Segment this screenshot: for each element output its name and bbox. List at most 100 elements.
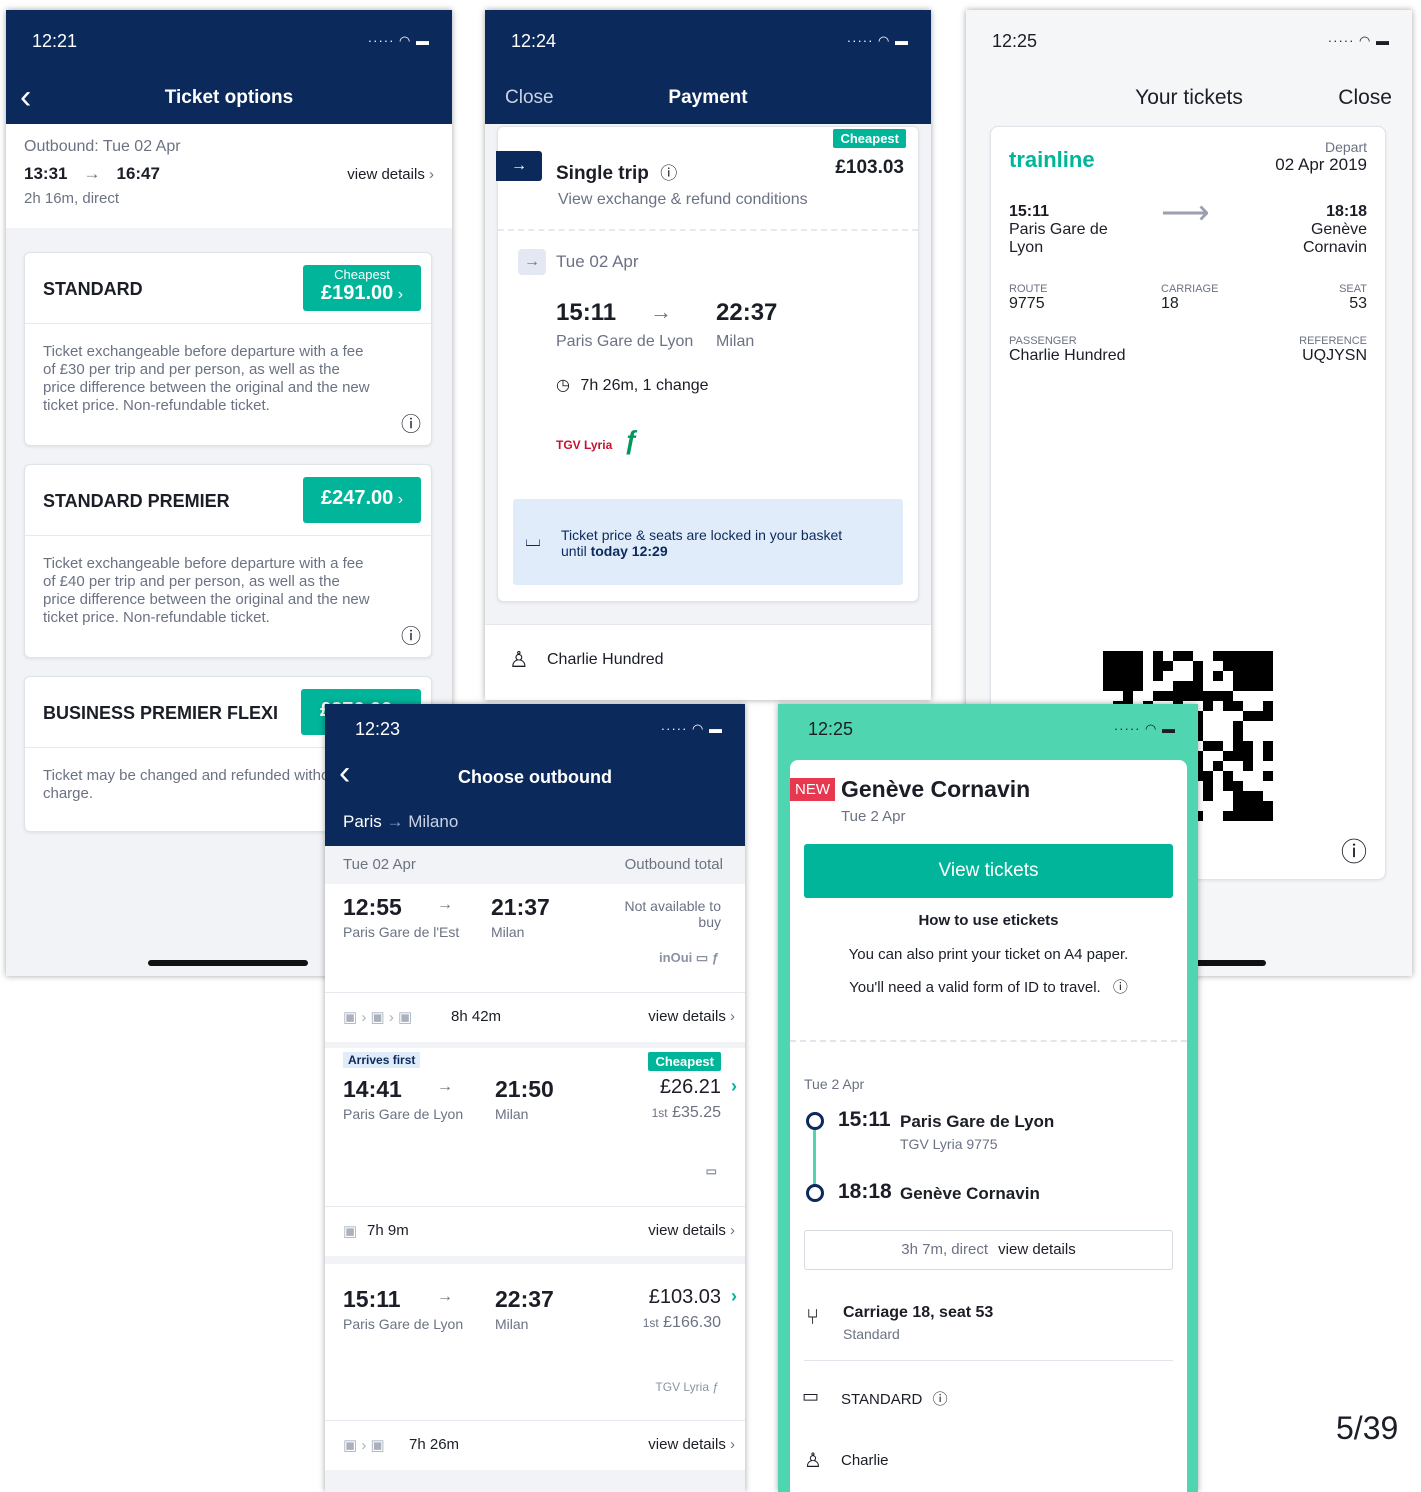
info-icon[interactable]: ⓘ: [660, 164, 677, 183]
screen-choose-outbound: 12:23 ····· ◠ ▬ ‹ Choose outbound Paris → …: [325, 704, 745, 1492]
first-class-price: £166.30: [663, 1314, 721, 1331]
tgv-lyria-logo: TGV Lyria: [556, 438, 613, 452]
arr-station: Milan: [716, 333, 755, 350]
passenger-name: Charlie: [841, 1452, 889, 1469]
route-number: 9775: [1009, 295, 1045, 312]
journey-footer: ▣ 7h 9m view details ›: [325, 1206, 745, 1256]
arrow-icon: →: [437, 896, 453, 913]
trip-type: Single trip: [556, 163, 649, 184]
chevron-right-icon: ›: [397, 286, 404, 303]
date-label: Tue 02 Apr: [343, 856, 416, 873]
etickets-heading: How to use etickets: [918, 912, 1059, 929]
screen-payment: 12:24 ····· ◠ ▬ Close Payment Cheapest → S…: [485, 10, 931, 700]
page-title: Choose outbound: [458, 766, 612, 787]
train-icon: ▣: [343, 1223, 358, 1240]
option-description: Ticket exchangeable before departure wit…: [43, 343, 370, 414]
basket-lock-notice: ⌴ Ticket price & seats are locked in you…: [513, 499, 903, 585]
new-badge: NEW: [790, 778, 835, 801]
journey-row[interactable]: 15:11 → 22:37 Paris Gare de Lyon Milan £…: [325, 1264, 745, 1420]
origin-dot-icon: [806, 1112, 824, 1130]
arrow-icon: →: [650, 299, 672, 324]
clock-icon: ◷: [556, 377, 570, 394]
trip-date: Tue 02 Apr: [556, 252, 639, 271]
option-name: STANDARD: [43, 279, 143, 299]
view-details-link[interactable]: view details ›: [347, 166, 434, 183]
info-icon[interactable]: ⓘ: [933, 1391, 948, 1408]
option-price-button[interactable]: £247.00 ›: [303, 477, 421, 523]
status-time: 12:25: [808, 718, 854, 739]
back-icon[interactable]: ‹: [339, 754, 350, 793]
trip-card: Cheapest → Single trip ⓘ £103.03 View ex…: [496, 126, 919, 602]
cheapest-badge: Cheapest: [334, 267, 390, 282]
chevron-right-icon: ›: [397, 491, 404, 508]
operator-logos: inOui ▭ ƒ: [659, 950, 719, 965]
view-details-link[interactable]: view details ›: [648, 1222, 735, 1239]
chevron-right-icon: ›: [731, 1076, 737, 1096]
booking-reference: UQJYSN: [1302, 347, 1367, 364]
trip-date: Tue 2 Apr: [841, 808, 906, 825]
option-name: BUSINESS PREMIER FLEXI: [43, 703, 279, 723]
journey-row[interactable]: Arrives first Cheapest 14:41 → 21:50 Par…: [325, 1048, 745, 1206]
option-price-button[interactable]: Cheapest £191.00 ›: [303, 265, 421, 311]
destination: Milano: [408, 812, 459, 831]
train-number: TGV Lyria 9775: [900, 1136, 998, 1152]
journey-footer: ▣ › ▣ 7h 26m view details ›: [325, 1420, 745, 1470]
arr-time: 18:18: [1326, 203, 1367, 220]
option-description: Ticket exchangeable before departure wit…: [43, 555, 370, 626]
person-icon: ♙: [804, 1450, 822, 1472]
signal-wifi-battery-icon: ····· ◠ ▬: [367, 33, 430, 48]
info-icon[interactable]: ⓘ: [401, 620, 421, 649]
info-icon[interactable]: ⓘ: [401, 408, 421, 437]
arrives-first-badge: Arrives first: [343, 1052, 421, 1068]
ticket-option-card[interactable]: STANDARD PREMIER £247.00 › Ticket exchange…: [24, 464, 432, 658]
close-button[interactable]: Close: [505, 87, 554, 109]
ticket-icon: ▭: [802, 1386, 820, 1406]
page-title: Your tickets: [1135, 86, 1243, 109]
journey-row[interactable]: 12:55 → 21:37 Paris Gare de l'Est Milan …: [325, 884, 745, 992]
train-change-icons: ▣ › ▣: [343, 1437, 385, 1454]
cheapest-badge: Cheapest: [833, 129, 906, 148]
trainline-logo: trainline: [1009, 147, 1095, 172]
dep-time: 15:11: [1009, 203, 1050, 220]
price: £26.21: [659, 1076, 721, 1098]
conditions-link[interactable]: View exchange & refund conditions: [558, 191, 808, 209]
arrow-icon: →: [437, 1288, 453, 1305]
page-title: Payment: [668, 87, 748, 108]
info-icon[interactable]: ⓘ: [1341, 832, 1367, 869]
arrow-icon: ⟶: [1161, 194, 1210, 232]
option-name: STANDARD PREMIER: [43, 491, 230, 511]
dep-station: Paris Gare de Lyon: [556, 333, 694, 350]
origin: Paris: [343, 812, 382, 831]
ticket-option-card[interactable]: STANDARD Cheapest £191.00 › Ticket exchange…: [24, 252, 432, 446]
journey-summary: Outbound: Tue 02 Apr 13:31 → 16:47 view …: [6, 124, 452, 228]
seat-number: 53: [1349, 295, 1367, 312]
fare-name: STANDARD: [841, 1391, 923, 1408]
journey-details-bar[interactable]: 3h 7m, direct view details: [804, 1230, 1173, 1270]
page-counter: 5/39: [1336, 1410, 1399, 1446]
status-time: 12:24: [511, 30, 557, 51]
view-tickets-button[interactable]: View tickets: [804, 844, 1173, 898]
info-icon[interactable]: ⓘ: [1113, 979, 1128, 996]
duration: 2h 16m, direct: [24, 190, 120, 207]
trenitalia-logo: ƒ: [623, 425, 639, 455]
arrow-icon: →: [83, 164, 101, 183]
arrow-right-icon: →: [496, 151, 542, 181]
view-details-link[interactable]: view details ›: [648, 1436, 735, 1453]
first-class-price: £35.25: [672, 1104, 721, 1121]
journey-footer: ▣ › ▣ › ▣ 8h 42m view details ›: [325, 992, 745, 1042]
destination-title: Genève Cornavin: [841, 776, 1031, 802]
back-icon[interactable]: ‹: [20, 78, 31, 117]
depart-date: 02 Apr 2019: [1275, 155, 1367, 174]
cheapest-badge: Cheapest: [648, 1052, 721, 1071]
arrow-right-icon: →: [518, 249, 546, 275]
depart-label: Depart: [1324, 139, 1367, 155]
close-button[interactable]: Close: [1338, 86, 1392, 110]
signal-wifi-battery-icon: ····· ◠ ▬: [1113, 721, 1176, 736]
arr-time: 16:47: [116, 164, 160, 183]
view-details-link[interactable]: view details: [998, 1241, 1076, 1258]
outbound-total-label: Outbound total: [624, 856, 723, 873]
view-details-link[interactable]: view details ›: [648, 1008, 735, 1025]
dep-time: 13:31: [24, 164, 68, 183]
passenger-row[interactable]: ♙ Charlie Hundred: [485, 624, 931, 700]
signal-wifi-battery-icon: ····· ◠ ▬: [1327, 33, 1390, 48]
